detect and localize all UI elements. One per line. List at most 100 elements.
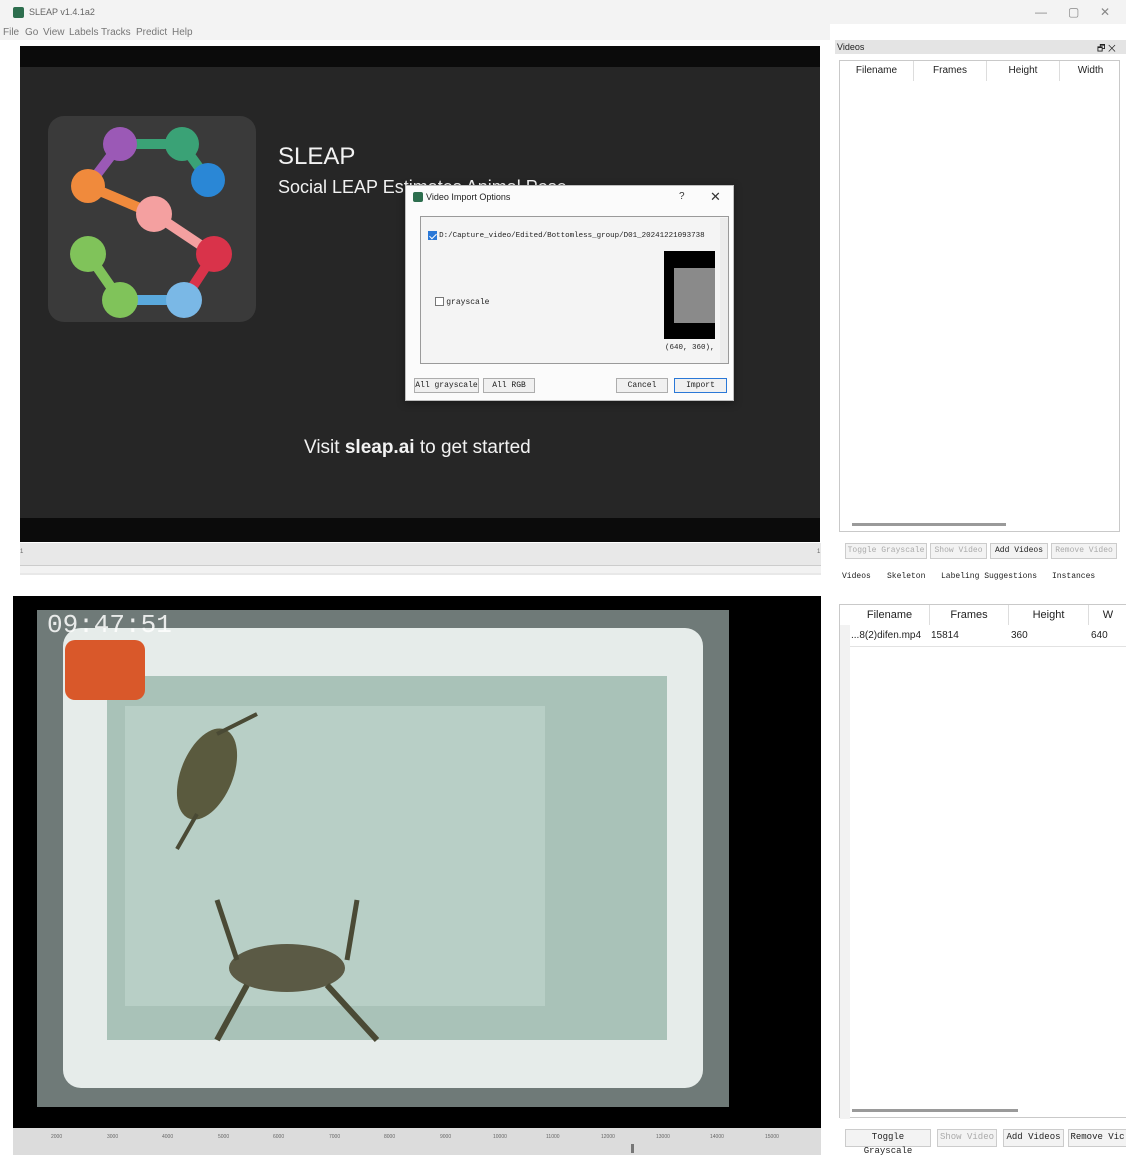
row-header-gutter: [840, 625, 850, 1119]
tick-label: 14000: [710, 1134, 724, 1140]
tab-instances[interactable]: Instances: [1052, 572, 1095, 581]
menu-help[interactable]: Help: [172, 27, 193, 38]
videos-panel-title: Videos: [837, 42, 865, 52]
thumbnail-frame: [674, 268, 715, 323]
tick-label: 10000: [493, 1134, 507, 1140]
sleap-ai-link[interactable]: sleap.ai: [345, 437, 415, 458]
window-title: SLEAP v1.4.1a2: [29, 7, 95, 17]
all-grayscale-button[interactable]: All grayscale: [414, 378, 479, 393]
crab-top: [175, 712, 258, 850]
table-h-scrollbar[interactable]: [852, 523, 1006, 526]
add-videos-button[interactable]: Add Videos: [1003, 1129, 1064, 1147]
row-width: 640: [1091, 630, 1108, 641]
seek-start-label: 1: [20, 549, 24, 555]
col-width[interactable]: W: [1089, 605, 1126, 625]
video-frame: 09:47:51: [37, 610, 729, 1107]
tab-labeling-suggestions[interactable]: Labeling Suggestions: [941, 572, 1037, 581]
show-video-button[interactable]: Show Video: [930, 543, 987, 559]
help-button[interactable]: ?: [679, 191, 685, 202]
row-frames: 15814: [931, 630, 959, 641]
menu-bar: File Go View Labels Tracks Predict Help: [0, 24, 830, 40]
video-item: D:/Capture_video/Edited/Bottomless_group…: [428, 230, 705, 240]
remove-video-button[interactable]: Remove Video: [1051, 543, 1117, 559]
menu-tracks[interactable]: Tracks: [101, 27, 131, 38]
tick-label: 11000: [546, 1134, 560, 1140]
row-height: 360: [1011, 630, 1028, 641]
col-filename[interactable]: Filename: [850, 605, 930, 625]
import-button[interactable]: Import: [674, 378, 727, 393]
timeline-cursor[interactable]: [631, 1144, 634, 1153]
video-thumbnail: [664, 251, 715, 339]
horizontal-scrollbar[interactable]: [20, 565, 821, 573]
splash-visit-text: Visit sleap.ai to get started: [304, 437, 531, 459]
dialog-vertical-scrollbar[interactable]: [720, 218, 728, 363]
visit-prefix: Visit: [304, 437, 345, 458]
sleap-app-icon: [13, 7, 24, 18]
visit-suffix: to get started: [414, 437, 531, 458]
crab-bottom: [214, 899, 380, 1043]
tick-label: 5000: [218, 1134, 230, 1140]
col-height[interactable]: Height: [987, 61, 1060, 81]
cancel-button[interactable]: Cancel: [616, 378, 668, 393]
dialog-close-button[interactable]: ✕: [710, 189, 721, 205]
add-videos-button[interactable]: Add Videos: [990, 543, 1048, 559]
videos-panel-header: Videos 🗗 ✕: [835, 40, 1126, 54]
table-row[interactable]: 1 ...8(2)difen.mp4 15814 360 640: [840, 625, 1126, 647]
toggle-grayscale-button[interactable]: Toggle Grayscale: [845, 1129, 931, 1156]
row-filename: ...8(2)difen.mp4: [851, 630, 922, 641]
videos-table-loaded: Filename Frames Height W 1 ...8(2)difen.…: [839, 604, 1126, 1119]
dialog-title: Video Import Options: [426, 192, 511, 202]
col-frames[interactable]: Frames: [914, 61, 987, 81]
toggle-grayscale-button[interactable]: Toggle Grayscale: [845, 543, 927, 559]
splash-title: SLEAP: [278, 143, 356, 170]
tick-label: 9000: [440, 1134, 452, 1140]
videos-table: Filename Frames Height Width: [839, 60, 1120, 532]
sleap-logo: [48, 116, 256, 322]
video-dims: (640, 360),: [665, 344, 715, 352]
tick-label: 2000: [51, 1134, 63, 1140]
menu-predict[interactable]: Predict: [136, 27, 167, 38]
dialog-app-icon: [413, 192, 423, 202]
col-height[interactable]: Height: [1009, 605, 1089, 625]
file-checkbox[interactable]: [428, 230, 437, 240]
menu-labels[interactable]: Labels: [69, 27, 98, 38]
tab-videos[interactable]: Videos: [842, 572, 871, 581]
menu-file[interactable]: File: [3, 27, 19, 38]
tick-label: 4000: [162, 1134, 174, 1140]
minimize-button[interactable]: —: [1035, 5, 1047, 19]
col-width[interactable]: Width: [1060, 61, 1121, 81]
tick-label: 13000: [656, 1134, 670, 1140]
orange-object: [65, 640, 145, 700]
show-video-button[interactable]: Show Video: [937, 1129, 997, 1147]
table-h-scrollbar[interactable]: [852, 1109, 1018, 1112]
grayscale-label: grayscale: [446, 298, 490, 307]
close-button[interactable]: ✕: [1100, 5, 1110, 19]
menu-view[interactable]: View: [43, 27, 65, 38]
maximize-button[interactable]: ▢: [1068, 5, 1079, 19]
grayscale-option: grayscale: [435, 297, 489, 307]
video-timestamp: 09:47:51: [47, 610, 172, 640]
frame-timeline[interactable]: 2000 3000 4000 5000 6000 7000 8000 9000 …: [13, 1128, 821, 1155]
menu-go[interactable]: Go: [25, 27, 38, 38]
tab-skeleton[interactable]: Skeleton: [887, 572, 925, 581]
dock-tabs: Videos Skeleton Labeling Suggestions Ins…: [837, 569, 1126, 585]
tick-label: 15000: [765, 1134, 779, 1140]
file-path-label: D:/Capture_video/Edited/Bottomless_group…: [439, 232, 705, 240]
video-import-dialog: Video Import Options ? ✕ D:/Capture_vide…: [405, 185, 734, 401]
remove-video-button[interactable]: Remove Vic: [1068, 1129, 1126, 1147]
all-rgb-button[interactable]: All RGB: [483, 378, 535, 393]
tick-label: 7000: [329, 1134, 341, 1140]
tick-label: 3000: [107, 1134, 119, 1140]
tick-label: 12000: [601, 1134, 615, 1140]
title-bar: SLEAP v1.4.1a2 — ▢ ✕: [0, 0, 1126, 24]
col-frames[interactable]: Frames: [930, 605, 1009, 625]
tick-label: 8000: [384, 1134, 396, 1140]
col-filename[interactable]: Filename: [840, 61, 914, 81]
grayscale-checkbox[interactable]: [435, 297, 444, 307]
video-canvas[interactable]: 09:47:51: [13, 596, 821, 1128]
panel-float-close-icons[interactable]: 🗗 ✕: [1097, 41, 1116, 57]
video-options-list: D:/Capture_video/Edited/Bottomless_group…: [420, 216, 729, 364]
tick-label: 6000: [273, 1134, 285, 1140]
top-seekbar[interactable]: 1 1: [20, 543, 821, 575]
seek-end-label: 1: [817, 549, 821, 555]
